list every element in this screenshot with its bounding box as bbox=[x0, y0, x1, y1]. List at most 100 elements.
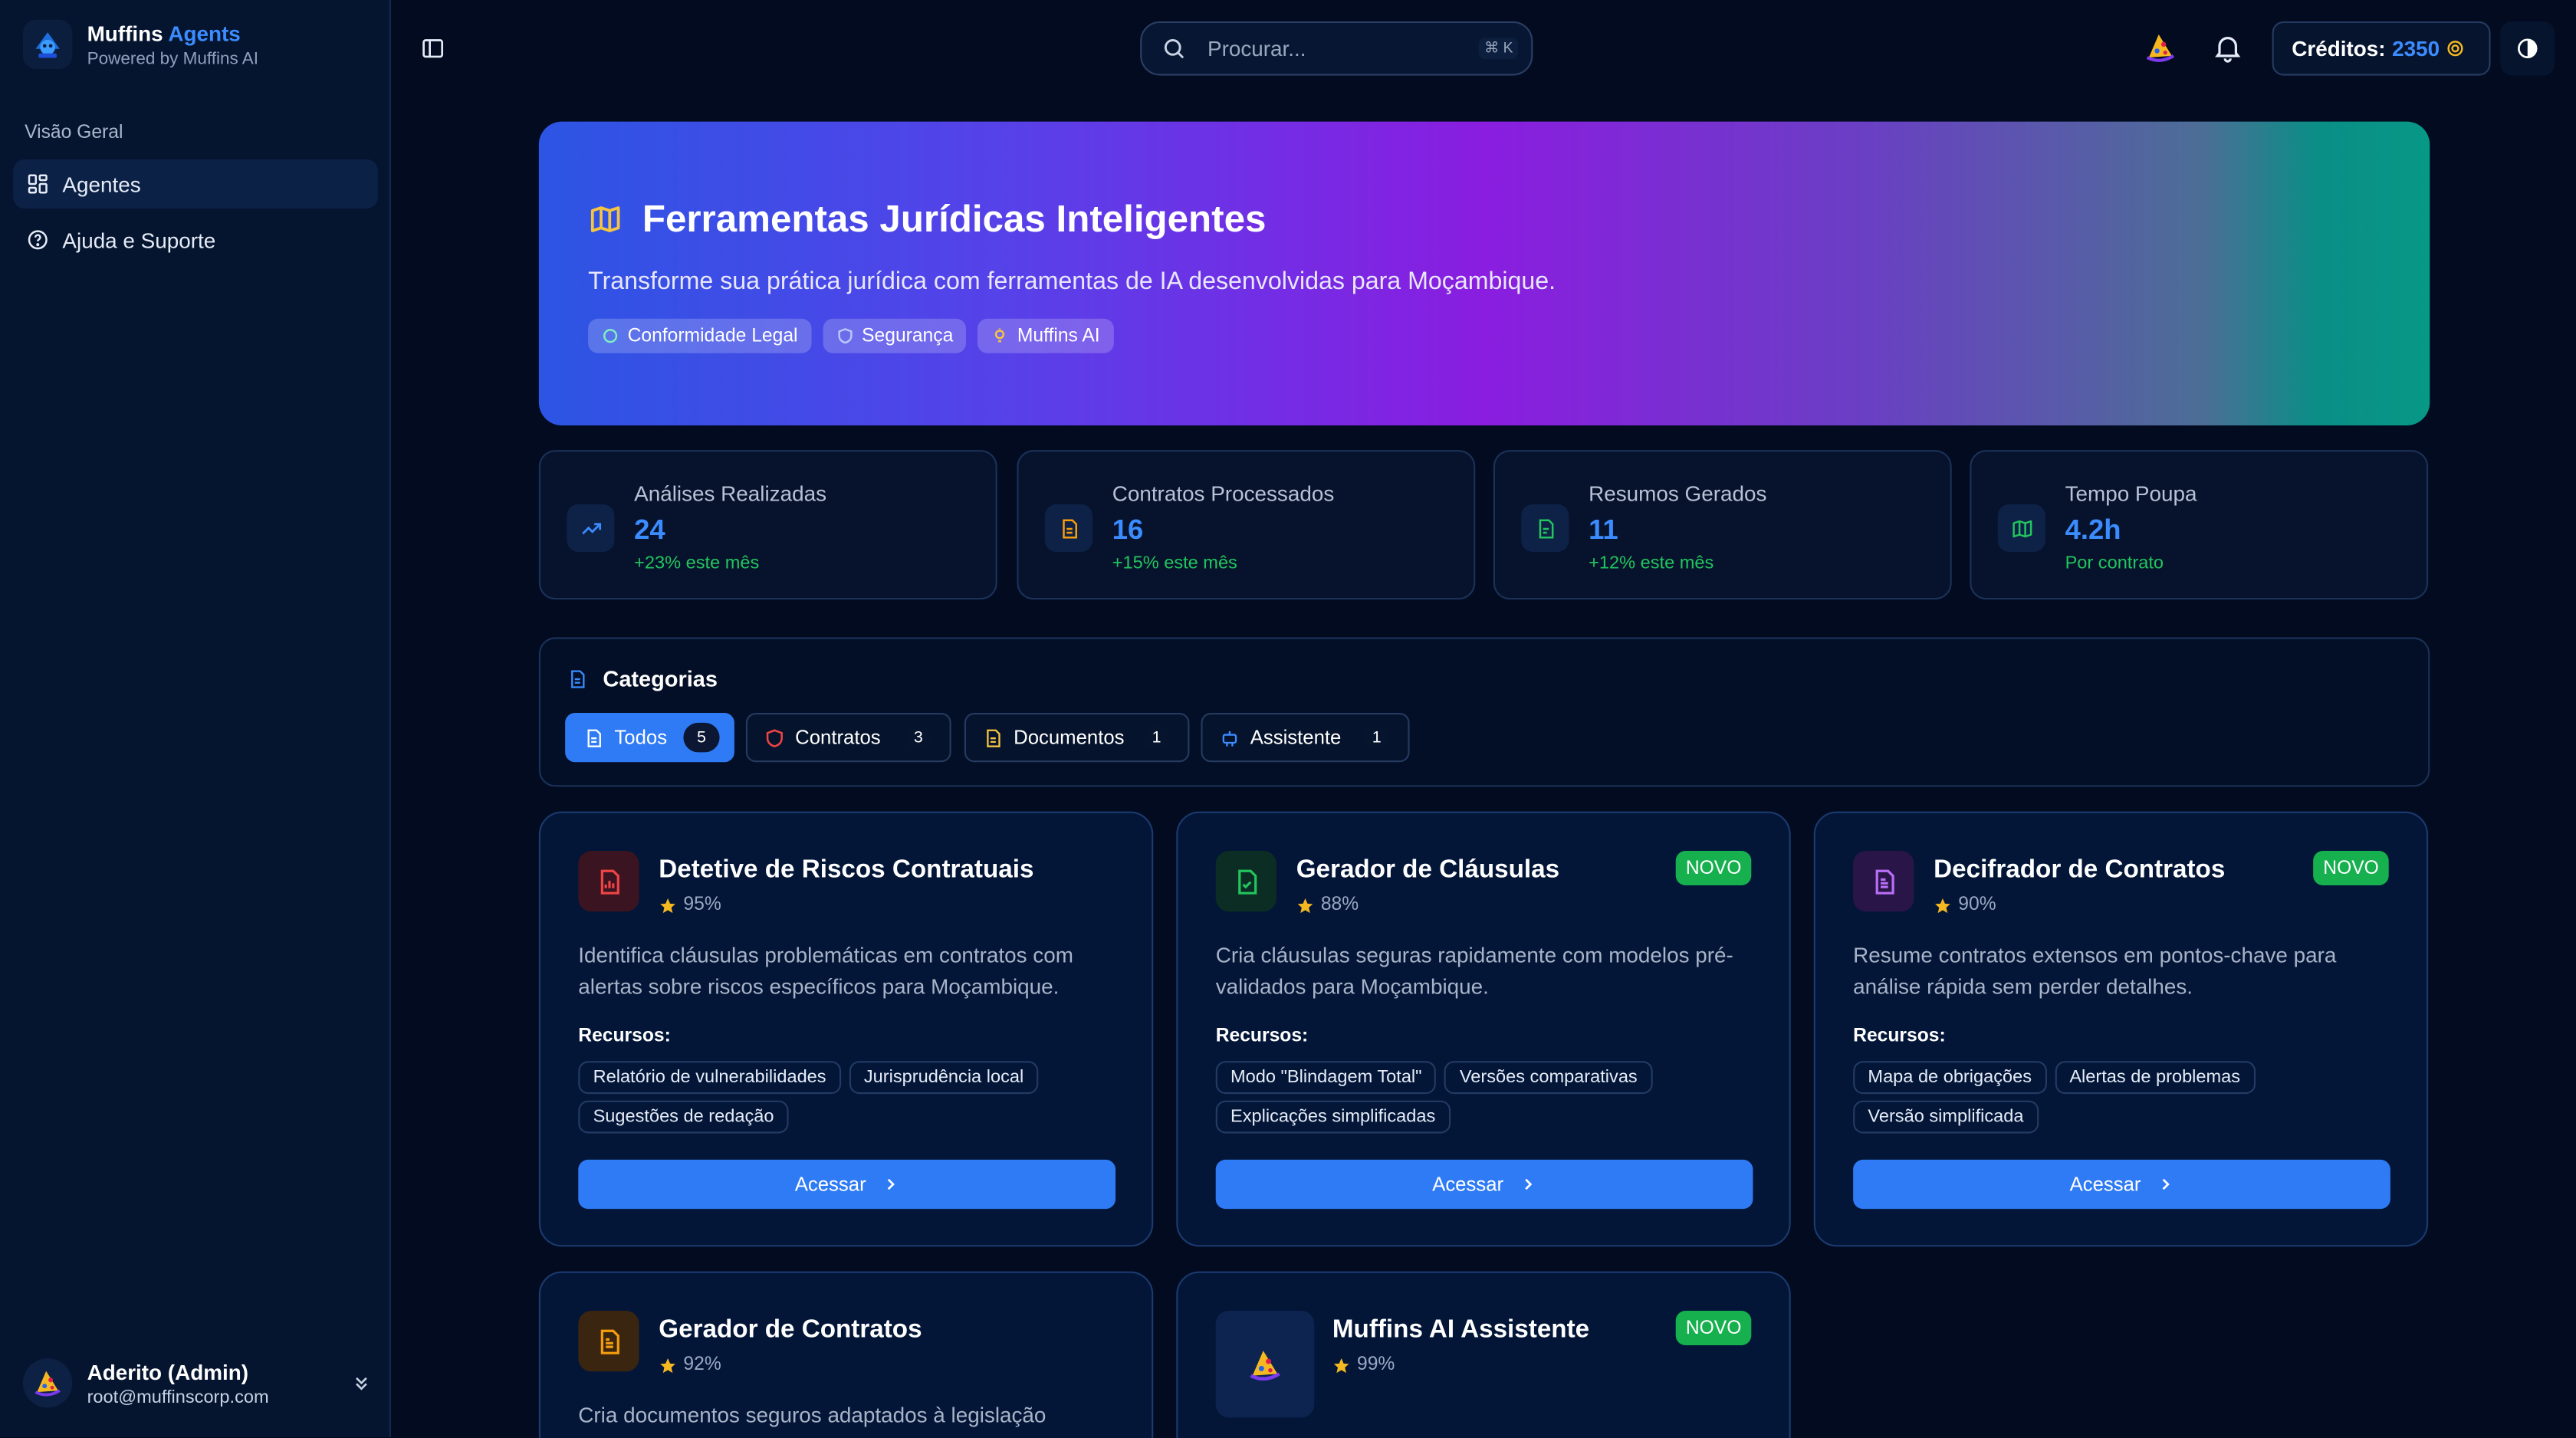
file-text-icon bbox=[1044, 504, 1092, 552]
sidebar-item-label: Agentes bbox=[62, 171, 141, 197]
brand-tagline: Powered by Muffins AI bbox=[87, 48, 259, 68]
chevron-right-icon bbox=[2157, 1176, 2174, 1192]
card-description: Cria cláusulas seguras rapidamente com m… bbox=[1215, 943, 1733, 999]
stat-change: Por contrato bbox=[2065, 553, 2164, 573]
category-tab-label: Documentos bbox=[1014, 726, 1125, 750]
sidebar-item-label: Ajuda e Suporte bbox=[62, 227, 216, 252]
stat-change: +15% este mês bbox=[1112, 553, 1237, 573]
sidebar: Muffins Agents Powered by Muffins AI Vis… bbox=[0, 0, 391, 1437]
stat-value: 11 bbox=[1589, 514, 1618, 546]
star-icon bbox=[1296, 896, 1315, 914]
stat-value: 4.2h bbox=[2065, 514, 2121, 546]
hero-banner: Ferramentas Jurídicas Inteligentes Trans… bbox=[538, 121, 2430, 426]
stat-value: 16 bbox=[1112, 514, 1144, 546]
coin-icon bbox=[2446, 39, 2465, 57]
feature-tag: Relatório de vulnerabilidades bbox=[578, 1061, 841, 1095]
category-count: 1 bbox=[1363, 726, 1390, 751]
avatar bbox=[23, 1358, 73, 1408]
category-tab-todos[interactable]: Todos 5 bbox=[565, 713, 734, 763]
category-tab-label: Todos bbox=[614, 726, 668, 750]
file-icon bbox=[583, 727, 605, 748]
card-description: Cria documentos seguros adaptados à legi… bbox=[578, 1403, 1046, 1428]
category-count: 3 bbox=[905, 726, 932, 751]
file-check-icon bbox=[1215, 851, 1276, 912]
chevrons-icon[interactable] bbox=[352, 1373, 372, 1393]
card-title: Decifrador de Contratos bbox=[1934, 855, 2226, 884]
trending-up-icon bbox=[567, 504, 615, 552]
feature-tag: Alertas de problemas bbox=[2055, 1061, 2256, 1095]
map-icon bbox=[1997, 504, 2045, 552]
shield-icon bbox=[764, 727, 785, 748]
category-tab-assistente[interactable]: Assistente 1 bbox=[1201, 713, 1410, 763]
feature-tag: Modo "Blindagem Total" bbox=[1215, 1061, 1437, 1095]
file-chart-icon bbox=[578, 851, 639, 912]
feature-tag: Jurisprudência local bbox=[849, 1061, 1039, 1095]
sidebar-item-ajuda[interactable]: Ajuda e Suporte bbox=[13, 215, 378, 264]
robot-icon bbox=[1219, 727, 1240, 748]
categories-panel: Categorias Todos 5 Contratos 3 Documento… bbox=[538, 637, 2430, 787]
category-tab-documentos[interactable]: Documentos 1 bbox=[964, 713, 1190, 763]
user-email: root@muffinscorp.com bbox=[87, 1387, 269, 1407]
circle-icon bbox=[601, 327, 619, 345]
star-icon bbox=[659, 896, 677, 914]
feature-tag: Versão simplificada bbox=[1853, 1100, 2039, 1134]
credits-value: 2350 bbox=[2392, 36, 2440, 61]
file-icon bbox=[1521, 504, 1569, 552]
card-rating: 92% bbox=[659, 1355, 721, 1375]
search-input[interactable]: Procurar... ⌘ K bbox=[1140, 21, 1533, 76]
stat-card-tempo: Tempo Poupa 4.2h Por contrato bbox=[1970, 450, 2429, 600]
avatar[interactable] bbox=[2136, 23, 2185, 72]
stat-label: Resumos Gerados bbox=[1589, 481, 1767, 506]
hero-chip-conformidade: Conformidade Legal bbox=[588, 318, 811, 353]
new-badge: NOVO bbox=[2313, 851, 2389, 885]
nav-section-title: Visão Geral bbox=[25, 123, 123, 143]
card-resources-label: Recursos: bbox=[1853, 1026, 1946, 1046]
search-icon bbox=[1162, 36, 1186, 61]
grid-icon bbox=[26, 172, 49, 195]
card-rating: 95% bbox=[659, 895, 721, 915]
search-shortcut: ⌘ K bbox=[1479, 38, 1518, 60]
credits-display[interactable]: Créditos: 2350 bbox=[2272, 21, 2491, 76]
theme-toggle-button[interactable] bbox=[2500, 21, 2555, 76]
file-text-icon bbox=[578, 1311, 639, 1372]
brand[interactable]: Muffins Agents Powered by Muffins AI bbox=[23, 19, 259, 69]
credits-label: Créditos: bbox=[2292, 36, 2386, 61]
stat-change: +12% este mês bbox=[1589, 553, 1714, 573]
chevron-right-icon bbox=[1520, 1176, 1536, 1192]
access-button[interactable]: Acessar bbox=[1853, 1159, 2390, 1210]
user-menu[interactable]: Aderito (Admin) root@muffinscorp.com bbox=[23, 1358, 372, 1408]
access-button[interactable]: Acessar bbox=[578, 1159, 1116, 1210]
file-lines-icon bbox=[1853, 851, 1914, 912]
hero-subtitle: Transforme sua prática jurídica com ferr… bbox=[588, 268, 1556, 296]
contrast-icon bbox=[2515, 36, 2540, 61]
category-tab-label: Contratos bbox=[795, 726, 881, 750]
sidebar-item-agentes[interactable]: Agentes bbox=[13, 159, 378, 209]
category-tab-contratos[interactable]: Contratos 3 bbox=[745, 713, 951, 763]
feature-tag: Mapa de obrigações bbox=[1853, 1061, 2047, 1095]
agent-card-gerador-clausulas: Gerador de Cláusulas NOVO 88% Cria cláus… bbox=[1176, 811, 1791, 1247]
card-title: Gerador de Cláusulas bbox=[1296, 855, 1560, 884]
stat-label: Tempo Poupa bbox=[2065, 481, 2197, 506]
new-badge: NOVO bbox=[1675, 1311, 1752, 1345]
card-resources-label: Recursos: bbox=[1215, 1026, 1309, 1046]
card-rating: 99% bbox=[1332, 1355, 1395, 1375]
agent-card-gerador-contratos: Gerador de Contratos 92% Cria documentos… bbox=[538, 1271, 1154, 1438]
user-name: Aderito (Admin) bbox=[87, 1359, 249, 1384]
stat-value: 24 bbox=[634, 514, 665, 546]
bell-icon[interactable] bbox=[2211, 31, 2244, 64]
category-tab-label: Assistente bbox=[1250, 726, 1342, 750]
help-circle-icon bbox=[26, 228, 49, 251]
star-icon bbox=[1332, 1356, 1351, 1374]
muffin-icon bbox=[1215, 1311, 1315, 1418]
access-button[interactable]: Acessar bbox=[1215, 1159, 1753, 1210]
agent-card-detetive: Detetive de Riscos Contratuais 95% Ident… bbox=[538, 811, 1154, 1247]
feature-tag: Explicações simplificadas bbox=[1215, 1100, 1451, 1134]
stat-label: Análises Realizadas bbox=[634, 481, 827, 506]
stat-card-resumos: Resumos Gerados 11 +12% este mês bbox=[1493, 450, 1952, 600]
feature-tag: Sugestões de redação bbox=[578, 1100, 789, 1134]
card-description: Identifica cláusulas problemáticas em co… bbox=[578, 943, 1073, 999]
hero-chip-seguranca: Segurança bbox=[822, 318, 967, 353]
star-icon bbox=[1934, 896, 1952, 914]
sidebar-toggle-icon[interactable] bbox=[421, 36, 445, 61]
card-resources-label: Recursos: bbox=[578, 1026, 671, 1046]
